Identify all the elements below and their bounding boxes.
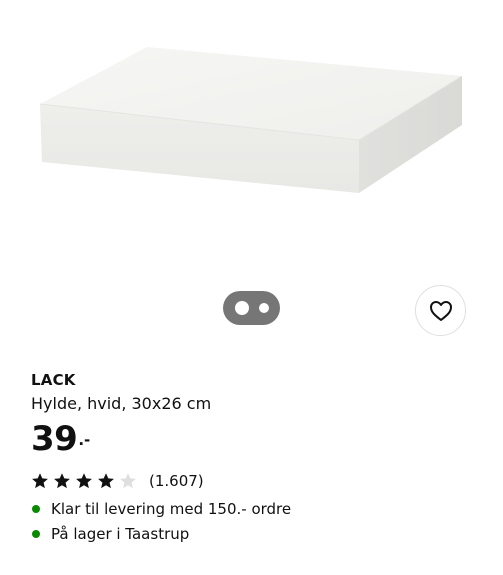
product-description[interactable]: Hylde, hvid, 30x26 cm — [31, 393, 483, 415]
gallery-pager[interactable] — [223, 291, 280, 325]
star-filled-icon — [98, 473, 114, 489]
status-dot — [32, 530, 40, 538]
product-image[interactable] — [0, 0, 503, 290]
shelf-illustration — [39, 47, 463, 193]
availability-delivery: Klar til levering med 150.- ordre — [31, 498, 483, 520]
star-filled-icon — [54, 473, 70, 489]
rating-count: (1.607) — [149, 472, 204, 490]
pager-dot-active[interactable] — [235, 301, 249, 315]
product-price: 39 .- — [31, 419, 483, 461]
star-empty-icon — [120, 473, 136, 489]
star-filled-icon — [76, 473, 92, 489]
star-filled-icon — [32, 473, 48, 489]
availability-store-text: På lager i Taastrup — [51, 525, 190, 543]
price-integer: 39 — [31, 419, 78, 459]
status-dot — [32, 505, 40, 513]
availability-store[interactable]: På lager i Taastrup — [31, 523, 483, 545]
product-rating[interactable]: (1.607) — [31, 471, 483, 491]
pager-dot[interactable] — [259, 303, 269, 313]
product-info: LACK Hylde, hvid, 30x26 cm 39 .- (1.607)… — [31, 370, 483, 545]
availability-delivery-text: Klar til levering med 150.- ordre — [51, 500, 292, 518]
heart-icon — [429, 300, 452, 321]
price-decimal: .- — [78, 431, 91, 449]
product-name[interactable]: LACK — [31, 370, 483, 390]
favorite-button[interactable] — [415, 285, 466, 336]
rating-stars — [31, 472, 137, 490]
